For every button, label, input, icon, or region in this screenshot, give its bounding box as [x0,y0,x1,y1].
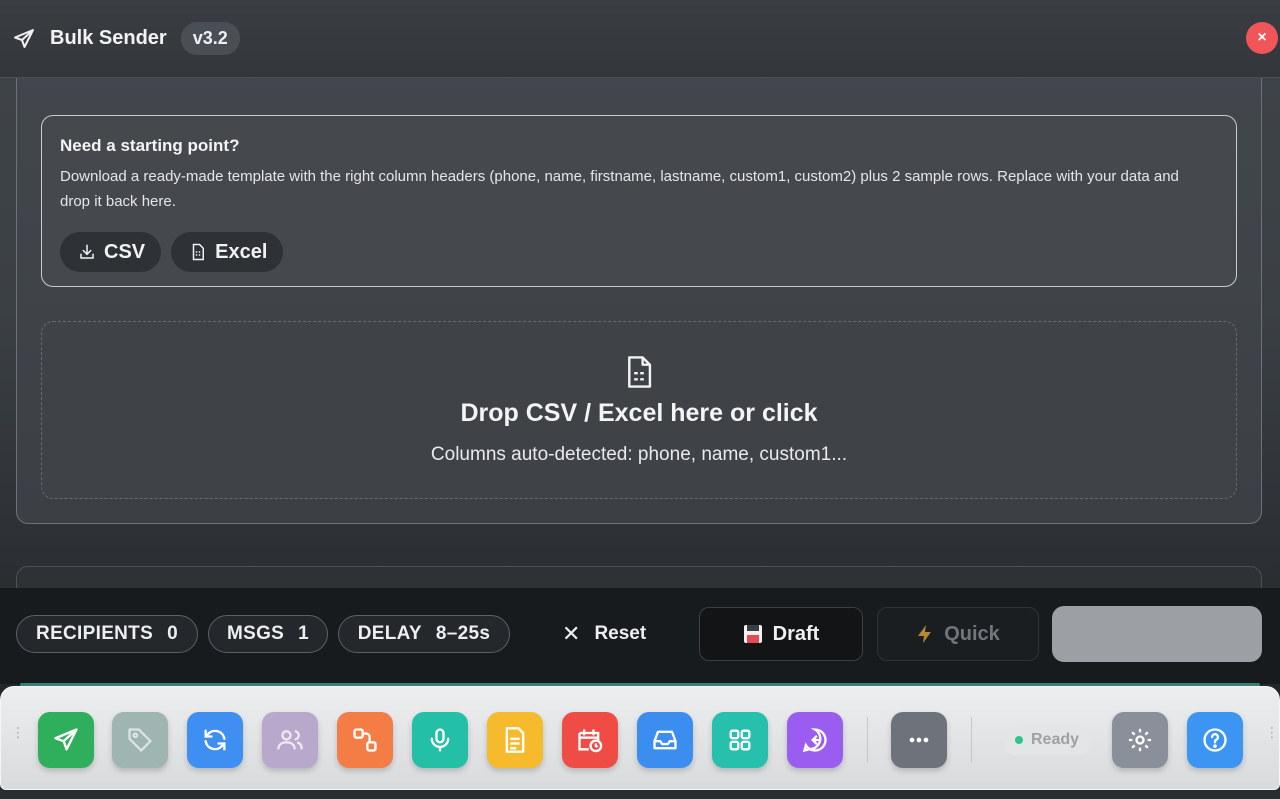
workflow-tile[interactable] [337,712,393,768]
delay-label: DELAY [357,623,422,644]
msgs-count: 1 [298,623,310,644]
grid-icon [729,729,751,751]
msgs-stat: MSGS 1 [208,615,328,653]
reset-button[interactable]: ✕ Reset [562,615,646,653]
send-button[interactable] [1052,606,1262,662]
chat-reply-icon [802,728,827,753]
recipients-count: 0 [167,623,178,644]
status-label: Ready [1031,731,1080,748]
send-tile[interactable] [38,712,94,768]
inbox-icon [653,730,677,750]
recipients-stat: RECIPIENTS 0 [16,615,198,653]
help-tile[interactable] [1187,712,1243,768]
close-button[interactable]: × [1246,22,1278,54]
dropzone-title: Drop CSV / Excel here or click [460,398,818,427]
refresh-icon [204,729,226,751]
file-icon [628,355,652,388]
document-icon [505,727,525,753]
version-badge: v3.2 [180,22,240,55]
quick-label: Quick [944,622,1000,645]
quick-button[interactable]: Quick [877,607,1039,661]
import-panel: Need a starting point? Download a ready-… [16,78,1262,524]
settings-tile[interactable] [1112,712,1168,768]
template-hint-card: Need a starting point? Download a ready-… [41,115,1237,287]
schedule-tile[interactable] [562,712,618,768]
excel-label: Excel [215,240,268,263]
drag-handle-right[interactable]: ⋮ [1265,725,1279,747]
apps-tile[interactable] [712,712,768,768]
lightning-icon [918,625,932,643]
action-bar: RECIPIENTS 0 MSGS 1 DELAY 8–25s ✕ Reset … [0,588,1280,684]
dock-divider [971,717,972,763]
contacts-tile[interactable] [262,712,318,768]
status-indicator: Ready [1005,725,1090,755]
close-icon: ✕ [562,621,581,646]
calendar-clock-icon [578,729,603,753]
more-tile[interactable] [891,712,947,768]
app-title: Bulk Sender [50,27,167,49]
main-content: Need a starting point? Download a ready-… [0,78,1280,588]
templates-tile[interactable] [487,712,543,768]
more-icon [909,737,929,743]
delay-stat: DELAY 8–25s [338,615,510,653]
auto-reply-tile[interactable] [787,712,843,768]
draft-button[interactable]: Draft [699,607,863,661]
download-icon [80,244,94,259]
gear-icon [1128,728,1152,752]
inbox-tile[interactable] [637,712,693,768]
send-icon [54,728,78,751]
status-dot [1015,736,1023,744]
users-icon [277,730,303,750]
sync-tile[interactable] [187,712,243,768]
hint-title: Need a starting point? [60,136,240,155]
dock-divider [867,717,868,763]
microphone-icon [430,728,450,752]
recipients-label: RECIPIENTS [36,623,154,644]
msgs-label: MSGS [226,623,285,644]
voice-tile[interactable] [412,712,468,768]
close-icon: × [1257,29,1267,46]
download-csv-button[interactable]: CSV [60,232,162,272]
template-buttons: CSV Excel [60,232,1218,272]
reset-label: Reset [594,623,647,644]
bottom-strip [0,790,1280,799]
delay-value: 8–25s [435,623,491,644]
download-excel-button[interactable]: Excel [171,232,284,272]
help-icon [1203,728,1227,752]
workflow-icon [353,728,377,752]
csv-label: CSV [104,240,146,263]
draft-label: Draft [772,622,820,645]
floppy-disk-icon [743,625,762,643]
file-dropzone[interactable]: Drop CSV / Excel here or click Columns a… [41,321,1237,499]
hint-body: Download a ready-made template with the … [60,168,1179,210]
spreadsheet-icon [192,243,205,261]
next-section [16,566,1262,588]
dropzone-subtitle: Columns auto-detected: phone, name, cust… [430,443,848,465]
drag-handle-left[interactable]: ⋮ [11,725,25,747]
dock: ⋮ Ready ⋮ [0,686,1280,790]
send-icon [14,28,34,48]
tag-icon [128,728,152,752]
title-bar: Bulk Sender v3.2 × [0,0,1280,78]
tags-tile[interactable] [112,712,168,768]
